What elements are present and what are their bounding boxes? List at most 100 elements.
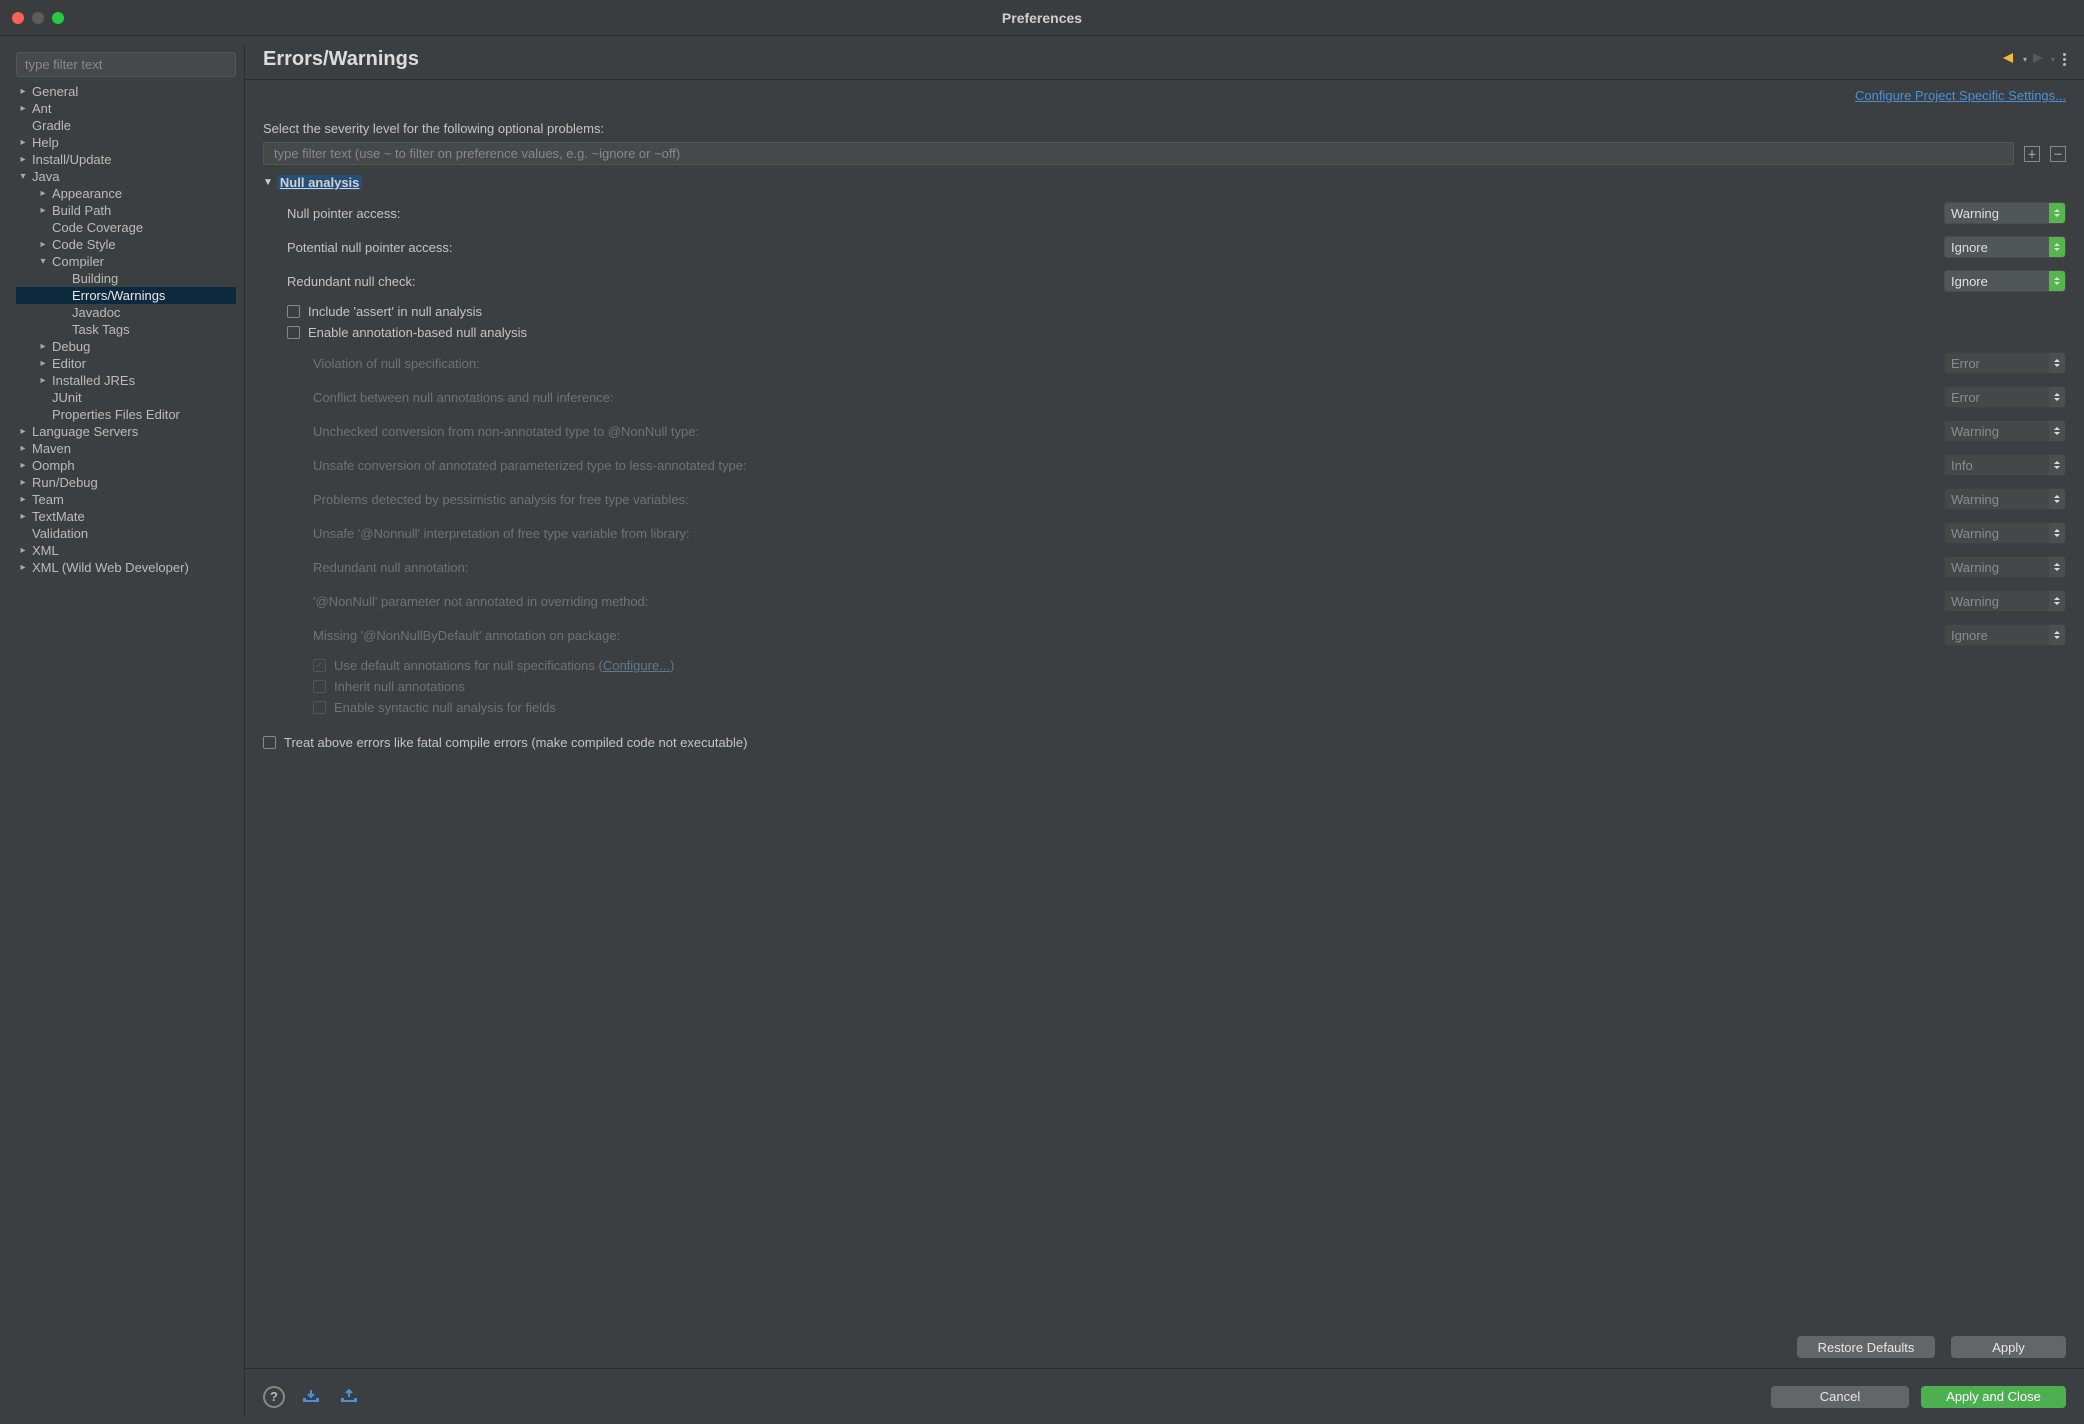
severity-select[interactable]: Warning [1944,202,2066,224]
chevron-down-icon: ▾ [36,256,50,267]
tree-item-label: Gradle [30,118,71,133]
tree-item-label: Oomph [30,458,75,473]
chevron-right-icon: ▸ [36,358,50,369]
tree-item[interactable]: ▾Compiler [16,253,236,270]
page-title: Errors/Warnings [263,48,419,71]
tree-item[interactable]: Validation [16,525,236,542]
tree-item[interactable]: ▾Java [16,168,236,185]
close-window-button[interactable] [12,12,24,24]
tree-item-label: Appearance [50,186,122,201]
help-icon[interactable]: ? [263,1386,285,1408]
tree-item[interactable]: ▸Run/Debug [16,474,236,491]
configure-project-settings-link[interactable]: Configure Project Specific Settings... [245,80,2084,107]
tree-item[interactable]: Building [16,270,236,287]
tree-item[interactable]: ▸XML [16,542,236,559]
tree-item-label: Maven [30,441,71,456]
setting-row: Conflict between null annotations and nu… [313,380,2066,414]
settings-filter-input[interactable] [263,142,2014,165]
tree-item-label: Debug [50,339,90,354]
setting-label: Problems detected by pessimistic analysi… [313,492,1932,507]
tree-item[interactable]: ▸Team [16,491,236,508]
apply-and-close-button[interactable]: Apply and Close [1921,1386,2066,1408]
select-stepper-icon [2049,421,2065,441]
tree-item[interactable]: ▸Installed JREs [16,372,236,389]
tree-item-label: Code Coverage [50,220,143,235]
tree-item-label: Installed JREs [50,373,135,388]
tree-item-label: Compiler [50,254,104,269]
tree-item[interactable]: ▸Language Servers [16,423,236,440]
tree-item-label: General [30,84,78,99]
setting-row: Redundant null annotation:Warning [313,550,2066,584]
tree-item-label: Properties Files Editor [50,407,180,422]
sidebar-filter-input[interactable] [16,52,236,77]
checkbox-label: Treat above errors like fatal compile er… [284,735,747,750]
tree-item-label: Errors/Warnings [70,288,165,303]
tree-item-label: TextMate [30,509,85,524]
tree-item[interactable]: ▸General [16,83,236,100]
include-assert-checkbox[interactable]: Include 'assert' in null analysis [287,304,2066,319]
tree-item[interactable]: ▸Code Style [16,236,236,253]
tree-item[interactable]: Code Coverage [16,219,236,236]
setting-row: Unsafe '@Nonnull' interpretation of free… [313,516,2066,550]
tree-item[interactable]: Errors/Warnings [16,287,236,304]
setting-row: Violation of null specification:Error [313,346,2066,380]
collapse-all-button[interactable]: － [2050,146,2066,162]
select-value: Info [1951,458,1973,473]
forward-button[interactable] [2027,51,2051,68]
section-null-analysis[interactable]: ▼ Null analysis [263,175,2066,190]
import-preferences-icon[interactable] [299,1388,323,1406]
syntactic-null-checkbox: Enable syntactic null analysis for field… [313,700,2066,715]
back-button[interactable] [1999,51,2023,68]
tree-item[interactable]: ▸Editor [16,355,236,372]
page-menu-button[interactable] [2063,53,2066,66]
minimize-window-button[interactable] [32,12,44,24]
zoom-window-button[interactable] [52,12,64,24]
apply-button[interactable]: Apply [1951,1336,2066,1358]
tree-item[interactable]: JUnit [16,389,236,406]
tree-item[interactable]: ▸Help [16,134,236,151]
setting-label: Potential null pointer access: [287,240,1932,255]
tree-item[interactable]: ▸Build Path [16,202,236,219]
tree-item-label: XML (Wild Web Developer) [30,560,189,575]
chevron-right-icon: ▸ [36,239,50,250]
restore-defaults-button[interactable]: Restore Defaults [1797,1336,1935,1358]
treat-fatal-checkbox[interactable]: Treat above errors like fatal compile er… [263,735,2066,750]
tree-item-label: Team [30,492,64,507]
tree-item[interactable]: ▸XML (Wild Web Developer) [16,559,236,576]
tree-item[interactable]: ▸Oomph [16,457,236,474]
checkbox-label: Inherit null annotations [334,679,465,694]
severity-select[interactable]: Ignore [1944,270,2066,292]
tree-item[interactable]: ▸Appearance [16,185,236,202]
tree-item[interactable]: Properties Files Editor [16,406,236,423]
tree-item[interactable]: ▸Debug [16,338,236,355]
setting-label: Unchecked conversion from non-annotated … [313,424,1932,439]
select-value: Error [1951,356,1980,371]
tree-item[interactable]: ▸Maven [16,440,236,457]
select-stepper-icon [2049,523,2065,543]
export-preferences-icon[interactable] [337,1388,361,1406]
tree-item[interactable]: ▸TextMate [16,508,236,525]
severity-select: Warning [1944,420,2066,442]
tree-item[interactable]: Gradle [16,117,236,134]
preferences-tree[interactable]: ▸General▸AntGradle▸Help▸Install/Update▾J… [16,83,236,1416]
checkbox-label: Enable syntactic null analysis for field… [334,700,556,715]
cancel-button[interactable]: Cancel [1771,1386,1909,1408]
expand-all-button[interactable]: ＋ [2024,146,2040,162]
enable-annotation-checkbox[interactable]: Enable annotation-based null analysis [287,325,2066,340]
severity-select[interactable]: Ignore [1944,236,2066,258]
select-stepper-icon [2049,203,2065,223]
tree-item-label: Build Path [50,203,111,218]
tree-item-label: Run/Debug [30,475,98,490]
severity-select: Ignore [1944,624,2066,646]
tree-item-label: Code Style [50,237,116,252]
use-default-annotations-checkbox: Use default annotations for null specifi… [313,658,2066,673]
setting-label: Redundant null annotation: [313,560,1932,575]
tree-item[interactable]: ▸Install/Update [16,151,236,168]
setting-label: Conflict between null annotations and nu… [313,390,1932,405]
tree-item-label: Help [30,135,59,150]
tree-item[interactable]: Javadoc [16,304,236,321]
checkbox-icon [287,326,300,339]
window-title: Preferences [12,10,2072,26]
tree-item[interactable]: Task Tags [16,321,236,338]
tree-item[interactable]: ▸Ant [16,100,236,117]
